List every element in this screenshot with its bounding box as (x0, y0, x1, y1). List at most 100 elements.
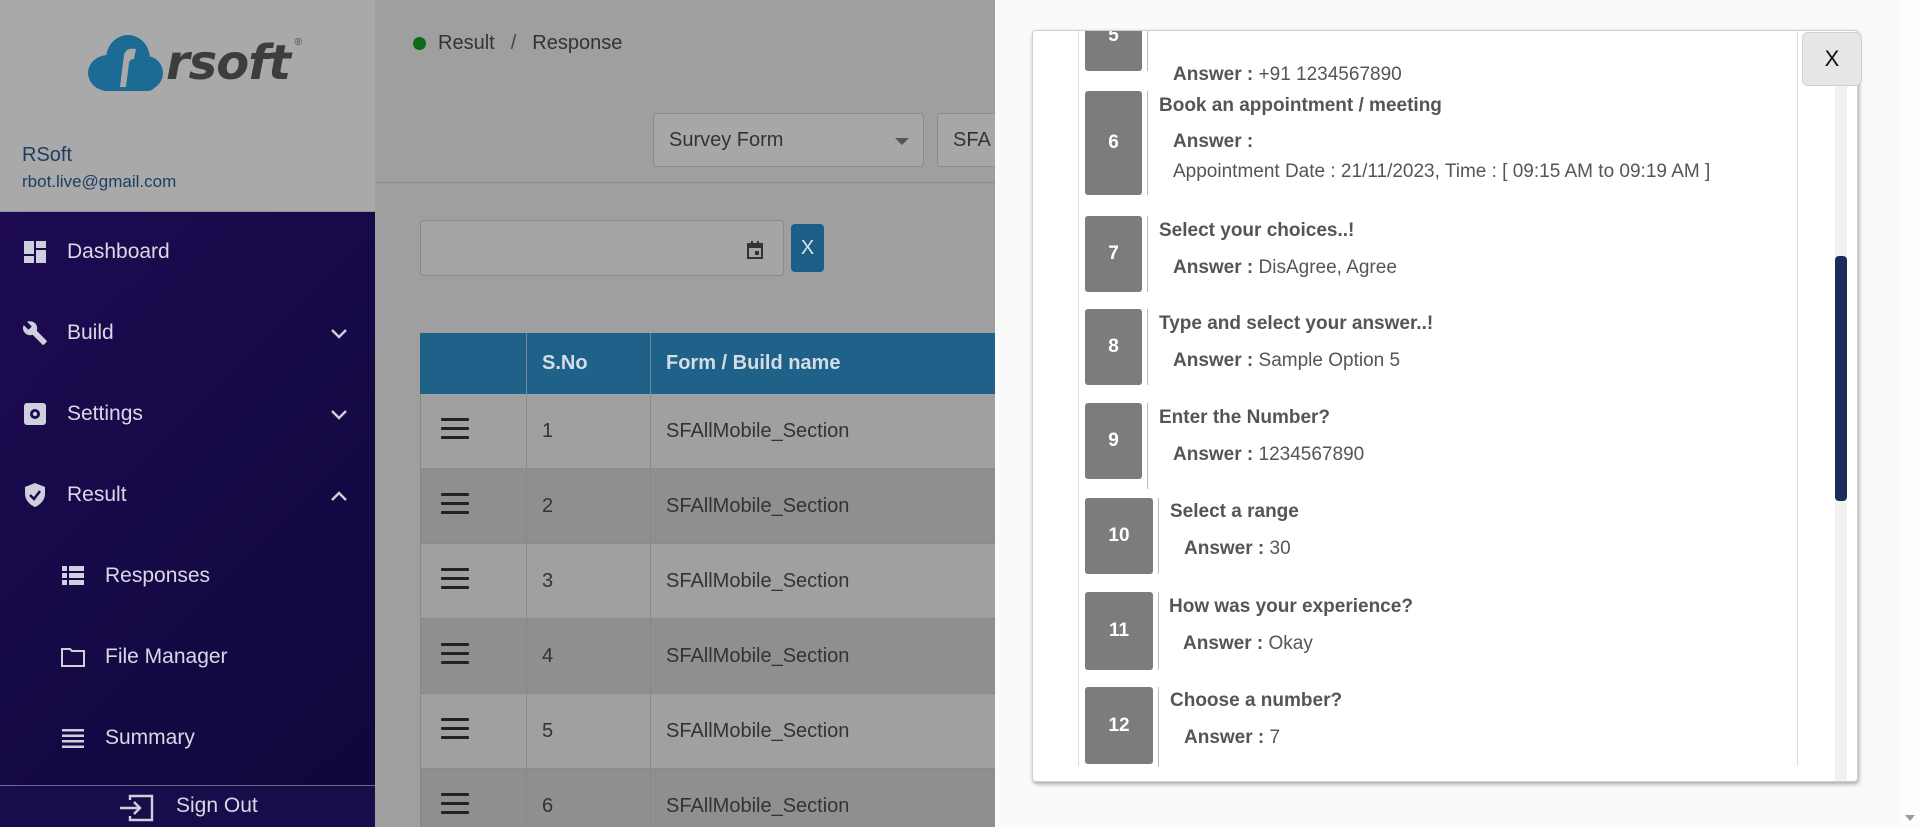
sno-cell: 6 (527, 769, 651, 827)
divider (1158, 687, 1159, 767)
answer-label: Answer : (1173, 64, 1254, 85)
sign-out-button[interactable]: Sign Out (0, 785, 375, 827)
sidebar-item-label: Result (67, 483, 127, 506)
page-scrollbar[interactable] (1900, 0, 1920, 827)
response-detail-drawer: 5 Answer : +91 1234567890 6 Book an appo… (995, 0, 1920, 827)
brand-name: rsoft (166, 35, 291, 91)
sidebar-item-label: File Manager (105, 645, 228, 668)
answer-label: Answer : (1183, 633, 1264, 654)
hamburger-menu-icon[interactable] (441, 643, 469, 664)
dashboard-icon (22, 239, 48, 265)
answer-value: Okay (1268, 633, 1313, 654)
question-text: Type and select your answer..! (1159, 313, 1434, 334)
hamburger-menu-icon[interactable] (441, 718, 469, 739)
answer-value: +91 1234567890 (1258, 64, 1402, 85)
chevron-down-icon (331, 404, 347, 425)
answer-value: 30 (1269, 538, 1291, 559)
question-number: 10 (1085, 498, 1153, 574)
hamburger-menu-icon[interactable] (441, 568, 469, 589)
sign-out-label: Sign Out (176, 794, 258, 817)
sidebar-item-summary[interactable]: Summary (0, 708, 375, 768)
question-number: 5 (1085, 31, 1142, 71)
question-text: Book an appointment / meeting (1159, 95, 1442, 116)
sno-cell: 4 (527, 619, 651, 694)
sidebar: rsoft ® RSoft rbot.live@gmail.com Dashbo… (0, 0, 375, 827)
scrollbar-thumb[interactable] (1835, 256, 1847, 501)
answer-text: Answer : 1234567890 (1173, 444, 1364, 466)
breadcrumb-result[interactable]: Result (438, 32, 495, 55)
wrench-icon (22, 320, 48, 346)
folder-icon (60, 644, 86, 670)
sidebar-item-label: Responses (105, 564, 211, 587)
brand-logo[interactable]: rsoft ® (86, 33, 302, 93)
sno-cell: 2 (527, 469, 651, 544)
sidebar-item-result[interactable]: Result (0, 465, 375, 525)
sidebar-item-label: Build (67, 321, 114, 344)
column-header-menu (420, 333, 527, 394)
answer-label: Answer : (1184, 538, 1265, 559)
row-menu-cell (420, 394, 527, 469)
answer-text: Answer : 30 (1184, 538, 1291, 560)
sidebar-item-responses[interactable]: Responses (0, 546, 375, 606)
status-dot-icon (413, 37, 426, 50)
row-menu-cell (420, 694, 527, 769)
sidebar-item-file-manager[interactable]: File Manager (0, 627, 375, 687)
sidebar-item-build[interactable]: Build (0, 303, 375, 363)
question-number: 8 (1085, 309, 1142, 385)
answer-value: 1234567890 (1258, 444, 1365, 465)
answer-value: Sample Option 5 (1258, 350, 1401, 371)
question-text: Select your choices..! (1159, 220, 1355, 241)
row-menu-cell (420, 619, 527, 694)
response-detail-card: 5 Answer : +91 1234567890 6 Book an appo… (1032, 30, 1858, 782)
form-type-value: Survey Form (669, 128, 784, 151)
date-filter-input[interactable] (420, 220, 784, 276)
hamburger-menu-icon[interactable] (441, 793, 469, 814)
breadcrumb-separator: / (510, 32, 517, 54)
row-menu-cell (420, 769, 527, 827)
close-button[interactable]: X (1802, 32, 1862, 86)
hamburger-menu-icon[interactable] (441, 418, 469, 439)
question-number: 11 (1085, 592, 1153, 670)
sidebar-header: rsoft ® RSoft rbot.live@gmail.com (0, 0, 375, 212)
chevron-down-icon (895, 138, 909, 145)
clear-filter-button[interactable]: X (791, 224, 824, 272)
hamburger-menu-icon[interactable] (441, 493, 469, 514)
question-text: Choose a number? (1170, 690, 1343, 711)
column-header-sno: S.No (527, 333, 651, 394)
user-email: rbot.live@gmail.com (22, 172, 177, 191)
sidebar-item-settings[interactable]: Settings (0, 384, 375, 444)
chevron-down-icon (331, 323, 347, 344)
vertical-scrollbar[interactable] (1835, 86, 1847, 781)
list-icon (60, 563, 86, 589)
calendar-icon[interactable] (747, 241, 763, 264)
question-number: 7 (1085, 216, 1142, 292)
question-number: 9 (1085, 403, 1142, 479)
divider (1147, 309, 1148, 385)
summary-lines-icon (60, 725, 86, 751)
answer-label: Answer : (1173, 131, 1254, 152)
user-name: RSoft (22, 144, 73, 166)
sidebar-item-dashboard[interactable]: Dashboard (0, 222, 375, 282)
scroll-down-arrow-icon[interactable] (1905, 815, 1915, 821)
breadcrumb-response: Response (532, 32, 623, 54)
question-text: How was your experience? (1169, 596, 1413, 617)
answer-label: Answer : (1173, 444, 1254, 465)
sign-out-icon (118, 794, 154, 827)
answer-label: Answer : (1184, 727, 1265, 748)
shield-check-icon (22, 482, 48, 508)
answer-text: Answer : 7 (1184, 727, 1280, 749)
question-number: 12 (1085, 687, 1153, 764)
sidebar-item-label: Dashboard (67, 240, 170, 263)
sidebar-item-label: Settings (67, 402, 143, 425)
answer-value: Appointment Date : 21/11/2023, Time : [ … (1173, 161, 1711, 182)
divider (1158, 498, 1159, 574)
sno-cell: 1 (527, 394, 651, 469)
gear-icon (22, 401, 48, 427)
answer-label: Answer : (1173, 257, 1254, 278)
answer-text: Answer : Sample Option 5 (1173, 350, 1400, 372)
answer-label: Answer : (1173, 350, 1254, 371)
form-type-select[interactable]: Survey Form (653, 113, 924, 167)
form-name-value: SFA (953, 128, 991, 151)
answer-text: Answer : (1173, 131, 1253, 153)
divider (1147, 31, 1148, 71)
